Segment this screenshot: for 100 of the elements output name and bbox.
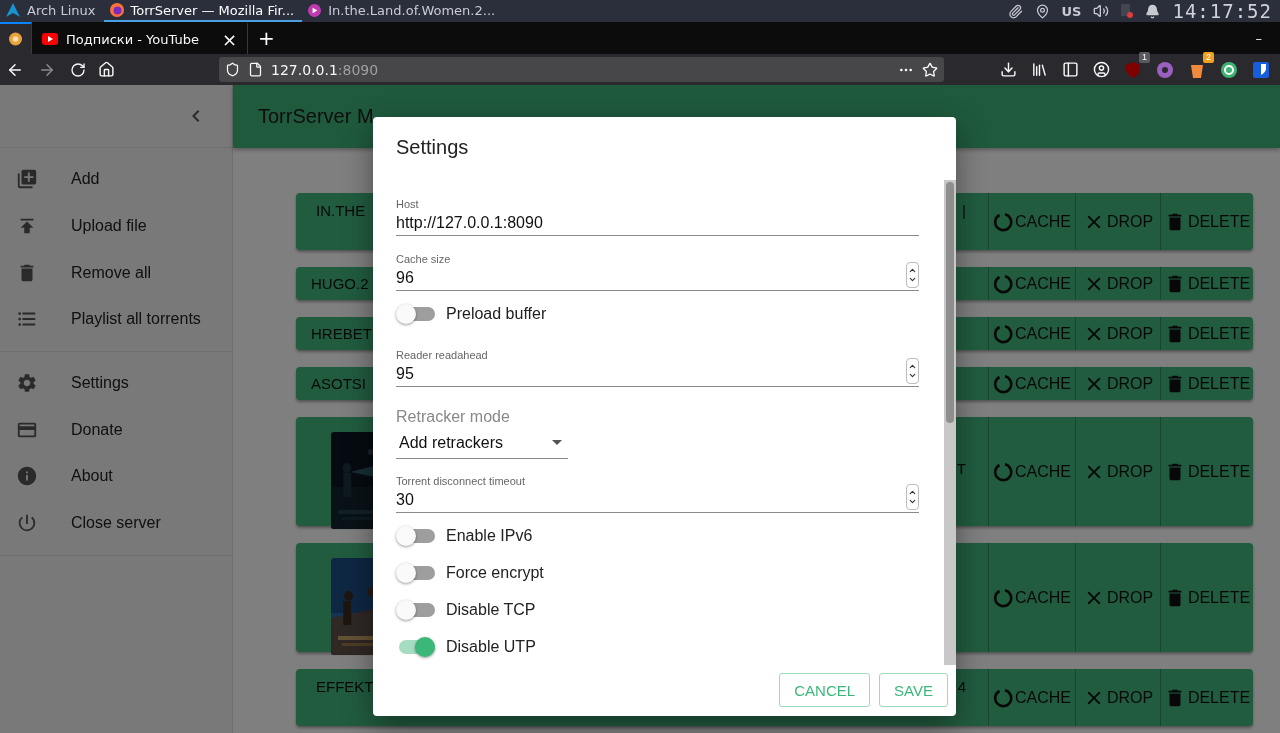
location-pin-icon[interactable] xyxy=(1034,3,1050,19)
menu-item[interactable]: Close server xyxy=(71,514,161,533)
stepper-icon[interactable] xyxy=(906,358,919,384)
tab-close-button[interactable]: × xyxy=(221,28,237,50)
home-icon[interactable] xyxy=(98,61,115,78)
delete-button[interactable]: DELETE xyxy=(1160,317,1253,350)
torrent-name: ASOTSI xyxy=(311,375,366,392)
tab-title: Подписки - YouTube xyxy=(66,31,200,47)
badge: 2 xyxy=(1203,51,1214,63)
stepper-icon[interactable] xyxy=(906,484,919,510)
settings-icon xyxy=(16,372,38,395)
cache-button[interactable]: CACHE xyxy=(988,317,1075,350)
drop-button[interactable]: DROP xyxy=(1075,193,1160,250)
address-bar[interactable]: 127.0.0.1:8090 xyxy=(219,57,944,82)
cache-button[interactable]: CACHE xyxy=(988,669,1075,726)
switch-label: Preload buffer xyxy=(446,304,547,323)
refresh-icon xyxy=(993,687,1013,708)
site-icon xyxy=(9,32,22,46)
menu-item[interactable]: Settings xyxy=(71,374,129,393)
browser-tab[interactable] xyxy=(0,22,32,54)
toggle-switch[interactable] xyxy=(399,306,435,321)
sidebar-icon[interactable] xyxy=(1062,61,1079,78)
delete-button[interactable]: DELETE xyxy=(1160,267,1253,300)
switch-label: Force encrypt xyxy=(446,563,544,582)
volume-icon[interactable] xyxy=(1093,3,1110,19)
delete-button[interactable]: DELETE xyxy=(1160,417,1253,526)
cache-button[interactable]: CACHE xyxy=(988,267,1075,300)
drop-button[interactable]: DROP xyxy=(1075,543,1160,652)
page-icon xyxy=(248,62,263,77)
switch-label: Disable UTP xyxy=(446,637,536,656)
input-field[interactable]: http://127.0.0.1:8090 xyxy=(396,211,919,236)
account-icon[interactable] xyxy=(1093,61,1110,78)
field-label: Torrent disconnect timeout xyxy=(396,474,525,488)
dropdown-arrow-icon xyxy=(552,440,562,445)
field-label: Host xyxy=(396,197,419,211)
bookmark-star-icon[interactable] xyxy=(922,61,938,78)
menu-item[interactable]: About xyxy=(71,467,113,486)
menu-item[interactable]: Donate xyxy=(71,420,123,439)
refresh-icon xyxy=(993,373,1013,394)
shield-icon xyxy=(225,62,240,77)
video-play-icon xyxy=(42,33,58,45)
select-field[interactable]: Add retrackers xyxy=(396,427,568,459)
bell-icon[interactable] xyxy=(1145,3,1161,19)
menu-item[interactable]: Playlist all torrents xyxy=(71,310,201,329)
toggle-switch[interactable] xyxy=(399,565,435,580)
minimize-button[interactable]: – xyxy=(1245,22,1280,54)
reload-icon[interactable] xyxy=(70,61,86,78)
torrent-name: 4 xyxy=(957,678,966,695)
arch-logo-icon xyxy=(6,3,20,17)
disc-icon[interactable] xyxy=(1156,60,1174,79)
torrent-name: IN.THE xyxy=(316,202,366,219)
stepper-icon[interactable] xyxy=(906,262,919,288)
toggle-switch[interactable] xyxy=(399,602,435,617)
switch-label: Enable IPv6 xyxy=(446,526,533,545)
paperclip-icon[interactable] xyxy=(1007,3,1023,19)
torrent-name: HREBET xyxy=(311,325,372,342)
switch-label: Disable TCP xyxy=(446,600,536,619)
menu-item[interactable]: Upload file xyxy=(71,217,147,236)
cache-button[interactable]: CACHE xyxy=(988,417,1075,526)
new-tab-button[interactable]: + xyxy=(248,22,285,54)
cache-button[interactable]: CACHE xyxy=(988,367,1075,400)
torrent-name: EFFEKT xyxy=(316,678,374,695)
toggle-switch[interactable] xyxy=(399,639,435,654)
download-icon[interactable] xyxy=(1000,61,1017,78)
info-icon xyxy=(16,465,38,488)
cancel-button[interactable]: CANCEL xyxy=(779,673,871,707)
cache-button[interactable]: CACHE xyxy=(988,543,1075,652)
drop-button[interactable]: DROP xyxy=(1075,317,1160,350)
shield-icon[interactable] xyxy=(1252,60,1270,79)
window-button[interactable]: In.the.Land.of.Women.2... xyxy=(302,0,504,22)
url-host: 127.0.0.1 xyxy=(271,61,338,78)
delete-button[interactable]: DELETE xyxy=(1160,669,1253,726)
clock: 14:17:52 xyxy=(1172,0,1272,22)
library-icon[interactable] xyxy=(1031,61,1048,78)
badge: 1 xyxy=(1139,51,1150,63)
cache-button[interactable]: CACHE xyxy=(988,193,1075,250)
play-icon xyxy=(308,3,322,17)
add-icon xyxy=(16,168,38,191)
torrent-name: HUGO.2 xyxy=(311,275,369,292)
keyboard-layout[interactable]: US xyxy=(1061,3,1082,19)
delete-button[interactable]: DELETE xyxy=(1160,367,1253,400)
refresh-icon xyxy=(993,211,1013,232)
delete-button[interactable]: DELETE xyxy=(1160,193,1253,250)
drop-button[interactable]: DROP xyxy=(1075,417,1160,526)
delete-button[interactable]: DELETE xyxy=(1160,543,1253,652)
drop-button[interactable]: DROP xyxy=(1075,367,1160,400)
toggle-switch[interactable] xyxy=(399,528,435,543)
display-icon[interactable] xyxy=(1121,4,1134,18)
save-button[interactable]: SAVE xyxy=(879,673,948,707)
refresh-icon xyxy=(993,461,1013,482)
drop-button[interactable]: DROP xyxy=(1075,267,1160,300)
window-button[interactable]: Arch Linux xyxy=(0,0,104,22)
torrent-name: | xyxy=(962,202,966,219)
menu-item[interactable]: Add xyxy=(71,170,100,189)
app-title: TorrServer M xyxy=(258,105,374,128)
sync-icon[interactable] xyxy=(1220,60,1238,79)
field-label: Retracker mode xyxy=(396,407,510,427)
refresh-icon xyxy=(993,273,1013,294)
drop-button[interactable]: DROP xyxy=(1075,669,1160,726)
menu-item[interactable]: Remove all xyxy=(71,263,152,282)
